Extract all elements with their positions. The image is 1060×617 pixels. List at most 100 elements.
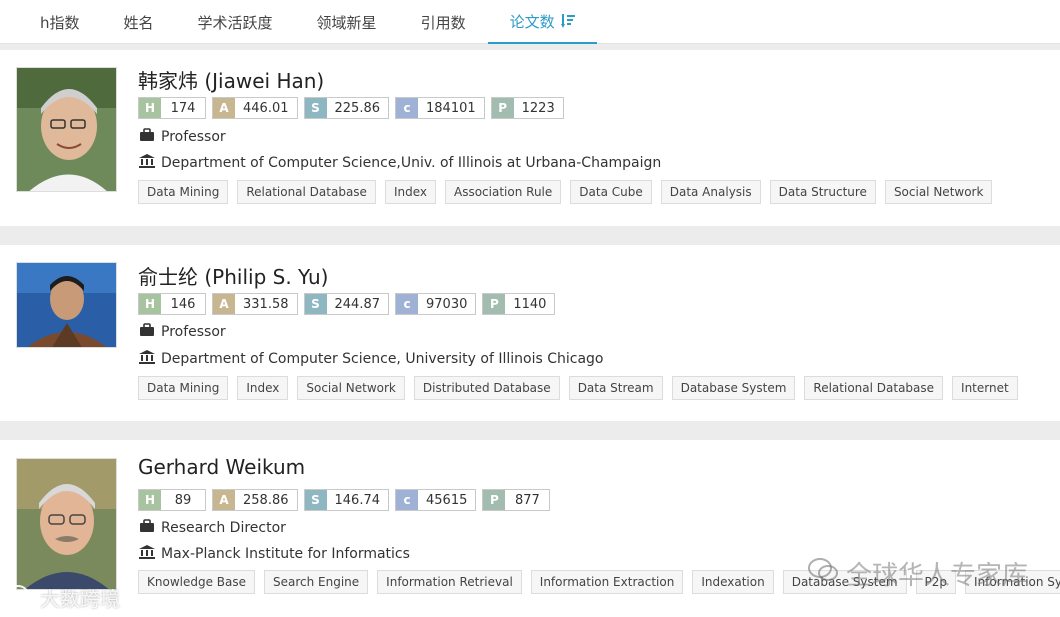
metric-value: 146.74 bbox=[334, 492, 381, 508]
metric-value: 225.86 bbox=[334, 100, 381, 116]
metric-citations: c 184101 bbox=[395, 97, 485, 119]
tab-papers[interactable]: 论文数 bbox=[487, 0, 597, 44]
research-tag[interactable]: Knowledge Base bbox=[138, 570, 255, 594]
briefcase-icon bbox=[139, 323, 155, 341]
tab-label: 论文数 bbox=[509, 12, 555, 31]
watermark-text: 全球华人专家库 bbox=[846, 561, 1029, 591]
watermark-text: 大数跨境 bbox=[40, 587, 120, 611]
research-tag[interactable]: Data Structure bbox=[769, 180, 876, 204]
metric-badges: H 89 A 258.86 S 146.74 c 45615 P 877 bbox=[138, 489, 551, 511]
metric-badges: H 146 A 331.58 S 244.87 c 97030 P 1140 bbox=[138, 293, 556, 315]
scholar-photo[interactable] bbox=[16, 262, 117, 348]
metric-key-c: c bbox=[396, 294, 418, 314]
research-tag[interactable]: Relational Database bbox=[804, 376, 944, 400]
position-text: Professor bbox=[161, 324, 226, 340]
research-tag[interactable]: Data Analysis bbox=[660, 180, 761, 204]
tab-label: 引用数 bbox=[420, 13, 466, 32]
metric-key-h: H bbox=[139, 98, 161, 118]
tab-h-index[interactable]: h指数 bbox=[18, 0, 102, 44]
tab-label: h指数 bbox=[40, 13, 80, 32]
metric-value: 446.01 bbox=[243, 100, 289, 116]
affiliation-text: Department of Computer Science, Universi… bbox=[161, 351, 604, 367]
briefcase-icon bbox=[139, 128, 155, 146]
tab-name[interactable]: 姓名 bbox=[102, 0, 176, 44]
scholar-name[interactable]: 韩家炜 (Jiawei Han) bbox=[138, 65, 324, 94]
metric-value: 184101 bbox=[426, 100, 476, 116]
metric-value: 258.86 bbox=[243, 492, 289, 508]
tab-label: 姓名 bbox=[123, 13, 154, 32]
scholar-card: 韩家炜 (Jiawei Han) H 174 A 446.01 S 225.86 c1… bbox=[0, 50, 1060, 226]
research-tag[interactable]: Data Mining bbox=[138, 180, 229, 204]
wechat-icon bbox=[808, 557, 838, 590]
metric-h-index: H 89 bbox=[138, 489, 206, 511]
scholar-photo[interactable] bbox=[16, 67, 117, 192]
metric-badges: H 174 A 446.01 S 225.86 c 184101 P 1223 bbox=[138, 97, 564, 119]
metric-value: 1223 bbox=[521, 100, 555, 116]
research-tag[interactable]: Indexation bbox=[692, 570, 774, 594]
position-text: Professor bbox=[161, 129, 226, 145]
affiliation-row: Department of Computer Science,Univ. of … bbox=[139, 154, 661, 172]
briefcase-icon bbox=[139, 519, 155, 537]
tab-citations[interactable]: 引用数 bbox=[399, 0, 488, 44]
scholar-card: 俞士纶 (Philip S. Yu) H 146 A 331.58 S 244.87 … bbox=[0, 245, 1060, 421]
metric-key-a: A bbox=[213, 490, 235, 510]
metric-key-p: P bbox=[483, 490, 506, 510]
research-tag[interactable]: Relational Database bbox=[237, 180, 376, 204]
affiliation-text: Max-Planck Institute for Informatics bbox=[161, 546, 410, 562]
metric-key-c: c bbox=[396, 490, 418, 510]
metric-value: 146 bbox=[170, 296, 196, 312]
research-tag[interactable]: Association Rule bbox=[445, 180, 562, 204]
metric-key-h: H bbox=[139, 294, 161, 314]
research-tag[interactable]: Information Extraction bbox=[530, 570, 684, 594]
tab-label: 学术活跃度 bbox=[197, 13, 273, 32]
affiliation-row: Max-Planck Institute for Informatics bbox=[139, 545, 410, 563]
metric-activity: A 258.86 bbox=[212, 489, 298, 511]
metric-papers: P 1140 bbox=[482, 293, 556, 315]
metric-key-a: A bbox=[213, 98, 235, 118]
sort-descending-icon bbox=[560, 13, 575, 29]
metric-value: 174 bbox=[170, 100, 196, 116]
metric-value: 97030 bbox=[426, 296, 468, 312]
metric-h-index: H 146 bbox=[138, 293, 206, 315]
research-tag[interactable]: Information Retrieval bbox=[377, 570, 522, 594]
tab-rising-star[interactable]: 领域新星 bbox=[295, 0, 399, 44]
research-tags: Data Mining Relational Database Index As… bbox=[138, 180, 993, 204]
metric-papers: P 1223 bbox=[490, 97, 564, 119]
metric-value: 877 bbox=[514, 492, 540, 508]
watermark-left: 大数跨境 bbox=[8, 583, 120, 612]
research-tag[interactable]: Social Network bbox=[884, 180, 993, 204]
affiliation-text: Department of Computer Science,Univ. of … bbox=[161, 155, 662, 171]
scholar-photo[interactable] bbox=[16, 458, 117, 590]
metric-sociability: S 244.87 bbox=[303, 293, 389, 315]
research-tags: Data Mining Index Social Network Distrib… bbox=[138, 376, 1018, 400]
metric-papers: P 877 bbox=[482, 489, 551, 511]
metric-key-p: P bbox=[483, 294, 506, 314]
wechat-icon bbox=[8, 584, 34, 611]
institution-icon bbox=[139, 350, 155, 368]
research-tag[interactable]: Index bbox=[384, 180, 436, 204]
research-tag[interactable]: Distributed Database bbox=[413, 376, 560, 400]
metric-key-c: c bbox=[396, 98, 418, 118]
position-text: Research Director bbox=[161, 520, 286, 536]
research-tag[interactable]: Index bbox=[237, 376, 289, 400]
metric-key-s: S bbox=[304, 490, 327, 510]
research-tag[interactable]: Search Engine bbox=[264, 570, 369, 594]
tab-activity[interactable]: 学术活跃度 bbox=[176, 0, 295, 44]
research-tag[interactable]: Database System bbox=[671, 376, 796, 400]
metric-key-s: S bbox=[304, 294, 327, 314]
research-tag[interactable]: Data Cube bbox=[570, 180, 652, 204]
scholar-name[interactable]: Gerhard Weikum bbox=[138, 455, 305, 479]
research-tag[interactable]: Data Stream bbox=[568, 376, 663, 400]
watermark-right: 全球华人专家库 bbox=[808, 555, 1028, 592]
research-tag[interactable]: Social Network bbox=[297, 376, 405, 400]
metric-value: 331.58 bbox=[243, 296, 289, 312]
position-row: Professor bbox=[139, 323, 226, 341]
metric-activity: A 446.01 bbox=[212, 97, 298, 119]
research-tag[interactable]: Internet bbox=[952, 376, 1018, 400]
metric-citations: c 45615 bbox=[395, 489, 477, 511]
metric-key-p: P bbox=[491, 98, 514, 118]
research-tag[interactable]: Data Mining bbox=[138, 376, 229, 400]
metric-value: 45615 bbox=[426, 492, 468, 508]
position-row: Research Director bbox=[139, 519, 286, 537]
scholar-name[interactable]: 俞士纶 (Philip S. Yu) bbox=[138, 261, 328, 290]
